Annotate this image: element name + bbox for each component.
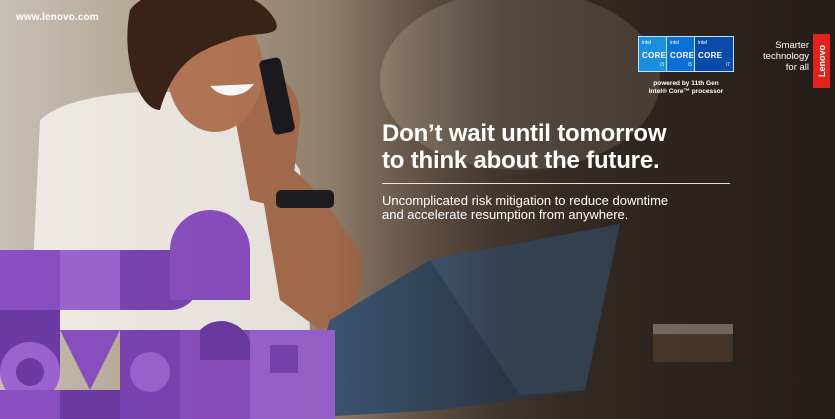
badge-tier: i5 (688, 62, 692, 68)
lenovo-logo[interactable]: Lenovo (813, 34, 830, 88)
intel-i3-badge: intel CORE i3 (638, 36, 668, 72)
tagline-line-1: Smarter (775, 40, 809, 51)
logo-text: Lenovo (816, 44, 827, 78)
subheadline: Uncomplicated risk mitigation to reduce … (382, 194, 742, 222)
subhead-line-2: and accelerate resumption from anywhere. (382, 207, 629, 222)
powered-by-text: powered by 11th Gen Intel® Core™ process… (636, 80, 736, 96)
badge-core: CORE (670, 51, 695, 60)
brand-tagline: Smarter technology for all (739, 40, 809, 73)
headline-line-1: Don’t wait until tomorrow (382, 120, 667, 147)
subhead-line-1: Uncomplicated risk mitigation to reduce … (382, 193, 669, 208)
badge-brand: intel (698, 40, 708, 46)
tagline-line-3: for all (785, 62, 809, 73)
badge-core: CORE (698, 51, 723, 60)
badge-brand: intel (670, 40, 680, 46)
powered-line-1: powered by 11th Gen (653, 80, 719, 87)
ad-banner[interactable]: www.lenovo.com intel CORE i3 intel CORE … (0, 0, 835, 419)
intel-core-badges: intel CORE i3 intel CORE i5 intel CORE i… (638, 36, 734, 72)
headline: Don’t wait until tomorrow to think about… (382, 120, 732, 174)
headline-line-2: to think about the future. (382, 147, 660, 174)
divider (382, 183, 730, 184)
badge-brand: intel (642, 40, 652, 46)
intel-i7-badge: intel CORE i7 (694, 36, 734, 72)
badge-tier: i3 (660, 62, 664, 68)
intel-i5-badge: intel CORE i5 (666, 36, 696, 72)
website-url[interactable]: www.lenovo.com (16, 12, 99, 23)
powered-line-2: Intel® Core™ processor (648, 88, 724, 95)
badge-core: CORE (642, 51, 667, 60)
badge-tier: i7 (726, 62, 730, 68)
tagline-line-2: technology (763, 51, 809, 62)
